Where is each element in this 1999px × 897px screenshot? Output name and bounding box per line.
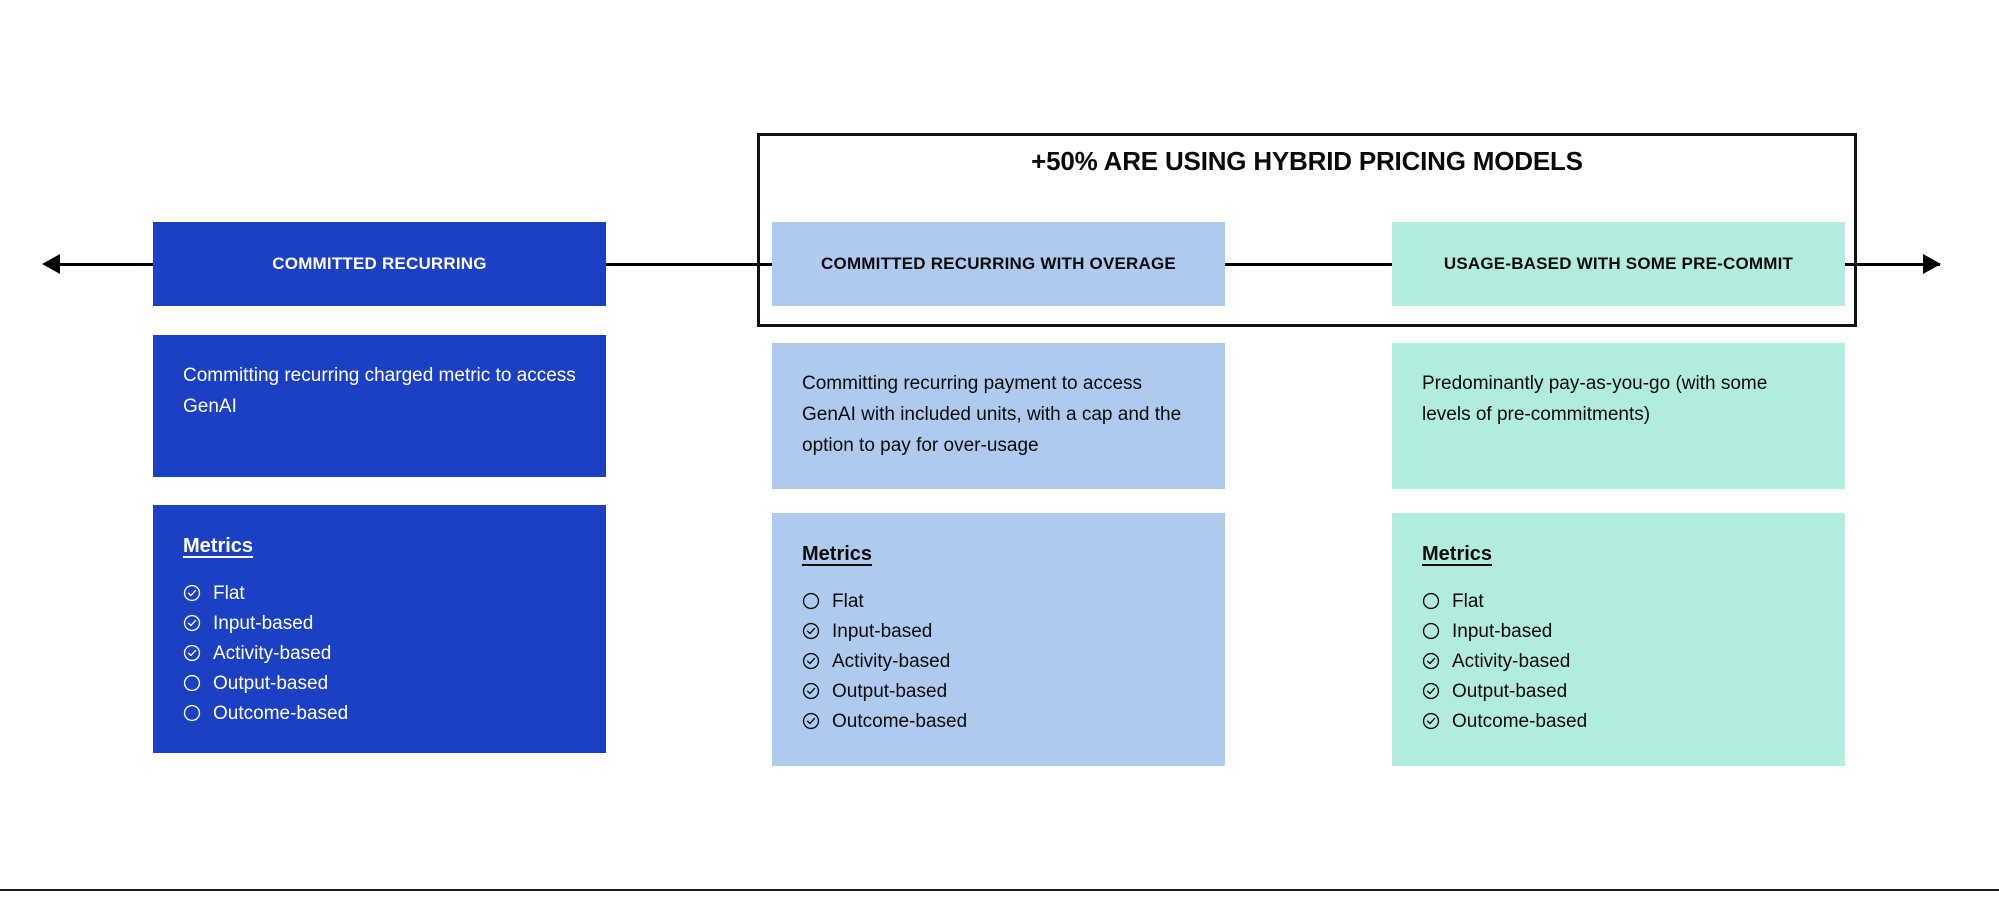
check-circle-icon [183, 584, 201, 602]
metric-row[interactable]: Input-based [1422, 616, 1815, 646]
metric-label: Activity-based [832, 650, 951, 672]
check-circle-icon [802, 622, 820, 640]
empty-circle-icon [183, 674, 201, 692]
metric-row[interactable]: Activity-based [183, 638, 576, 668]
metric-row[interactable]: Output-based [1422, 676, 1815, 706]
header-committed-recurring[interactable]: COMMITTED RECURRING [153, 222, 606, 306]
header-committed-recurring-with-overage[interactable]: COMMITTED RECURRING WITH OVERAGE [772, 222, 1225, 306]
metric-label: Flat [1452, 590, 1484, 612]
check-circle-icon [183, 644, 201, 662]
metrics-list: Flat Input-based Activity-based Output-base… [1422, 586, 1815, 736]
metrics-title: Metrics [802, 543, 873, 565]
description-committed-recurring-with-overage: Committing recurring payment to access G… [772, 343, 1225, 489]
metric-row[interactable]: Outcome-based [1422, 706, 1815, 736]
metrics-title: Metrics [183, 535, 254, 557]
hybrid-pricing-callout-title: +50% ARE USING HYBRID PRICING MODELS [1031, 146, 1583, 176]
check-circle-icon [1422, 652, 1440, 670]
check-circle-icon [802, 652, 820, 670]
check-circle-icon [1422, 712, 1440, 730]
metric-label: Flat [213, 582, 245, 604]
metrics-list: Flat Input-based Activity-based Output-base… [183, 578, 576, 728]
metrics-panel-committed-recurring: Metrics Flat Input-based Activity-based Out… [153, 505, 606, 753]
metric-label: Outcome-based [213, 702, 349, 724]
empty-circle-icon [1422, 622, 1440, 640]
metric-label: Activity-based [1452, 650, 1571, 672]
metric-label: Output-based [832, 680, 948, 702]
metric-row[interactable]: Outcome-based [802, 706, 1195, 736]
metric-row[interactable]: Flat [1422, 586, 1815, 616]
empty-circle-icon [183, 704, 201, 722]
metric-label: Activity-based [213, 642, 332, 664]
metrics-panel-committed-recurring-with-overage: Metrics Flat Input-based Activity-based Out… [772, 513, 1225, 766]
metric-label: Output-based [213, 672, 329, 694]
description-committed-recurring: Committing recurring charged metric to a… [153, 335, 606, 477]
check-circle-icon [802, 712, 820, 730]
metric-row[interactable]: Activity-based [1422, 646, 1815, 676]
metric-row[interactable]: Output-based [802, 676, 1195, 706]
metric-label: Input-based [832, 620, 933, 642]
metric-label: Output-based [1452, 680, 1568, 702]
metric-row[interactable]: Flat [802, 586, 1195, 616]
bottom-divider [0, 889, 1999, 891]
arrow-left-icon [42, 254, 60, 274]
arrow-right-icon [1923, 254, 1941, 274]
metrics-list: Flat Input-based Activity-based Output-base… [802, 586, 1195, 736]
metric-row[interactable]: Flat [183, 578, 576, 608]
empty-circle-icon [1422, 592, 1440, 610]
metrics-panel-usage-based-with-some-pre-commit: Metrics Flat Input-based Activity-based Out… [1392, 513, 1845, 766]
check-circle-icon [183, 614, 201, 632]
metric-label: Input-based [1452, 620, 1553, 642]
header-usage-based-with-some-pre-commit[interactable]: USAGE-BASED WITH SOME PRE-COMMIT [1392, 222, 1845, 306]
description-usage-based-with-some-pre-commit: Predominantly pay-as-you-go (with some l… [1392, 343, 1845, 489]
check-circle-icon [802, 682, 820, 700]
metric-row[interactable]: Outcome-based [183, 698, 576, 728]
metric-label: Outcome-based [832, 710, 968, 732]
diagram-canvas: +50% ARE USING HYBRID PRICING MODELS COM… [0, 0, 1999, 897]
metric-label: Flat [832, 590, 864, 612]
metric-row[interactable]: Output-based [183, 668, 576, 698]
check-circle-icon [1422, 682, 1440, 700]
empty-circle-icon [802, 592, 820, 610]
metric-label: Input-based [213, 612, 314, 634]
metric-row[interactable]: Input-based [802, 616, 1195, 646]
metric-row[interactable]: Activity-based [802, 646, 1195, 676]
metrics-title: Metrics [1422, 543, 1493, 565]
metric-label: Outcome-based [1452, 710, 1588, 732]
metric-row[interactable]: Input-based [183, 608, 576, 638]
